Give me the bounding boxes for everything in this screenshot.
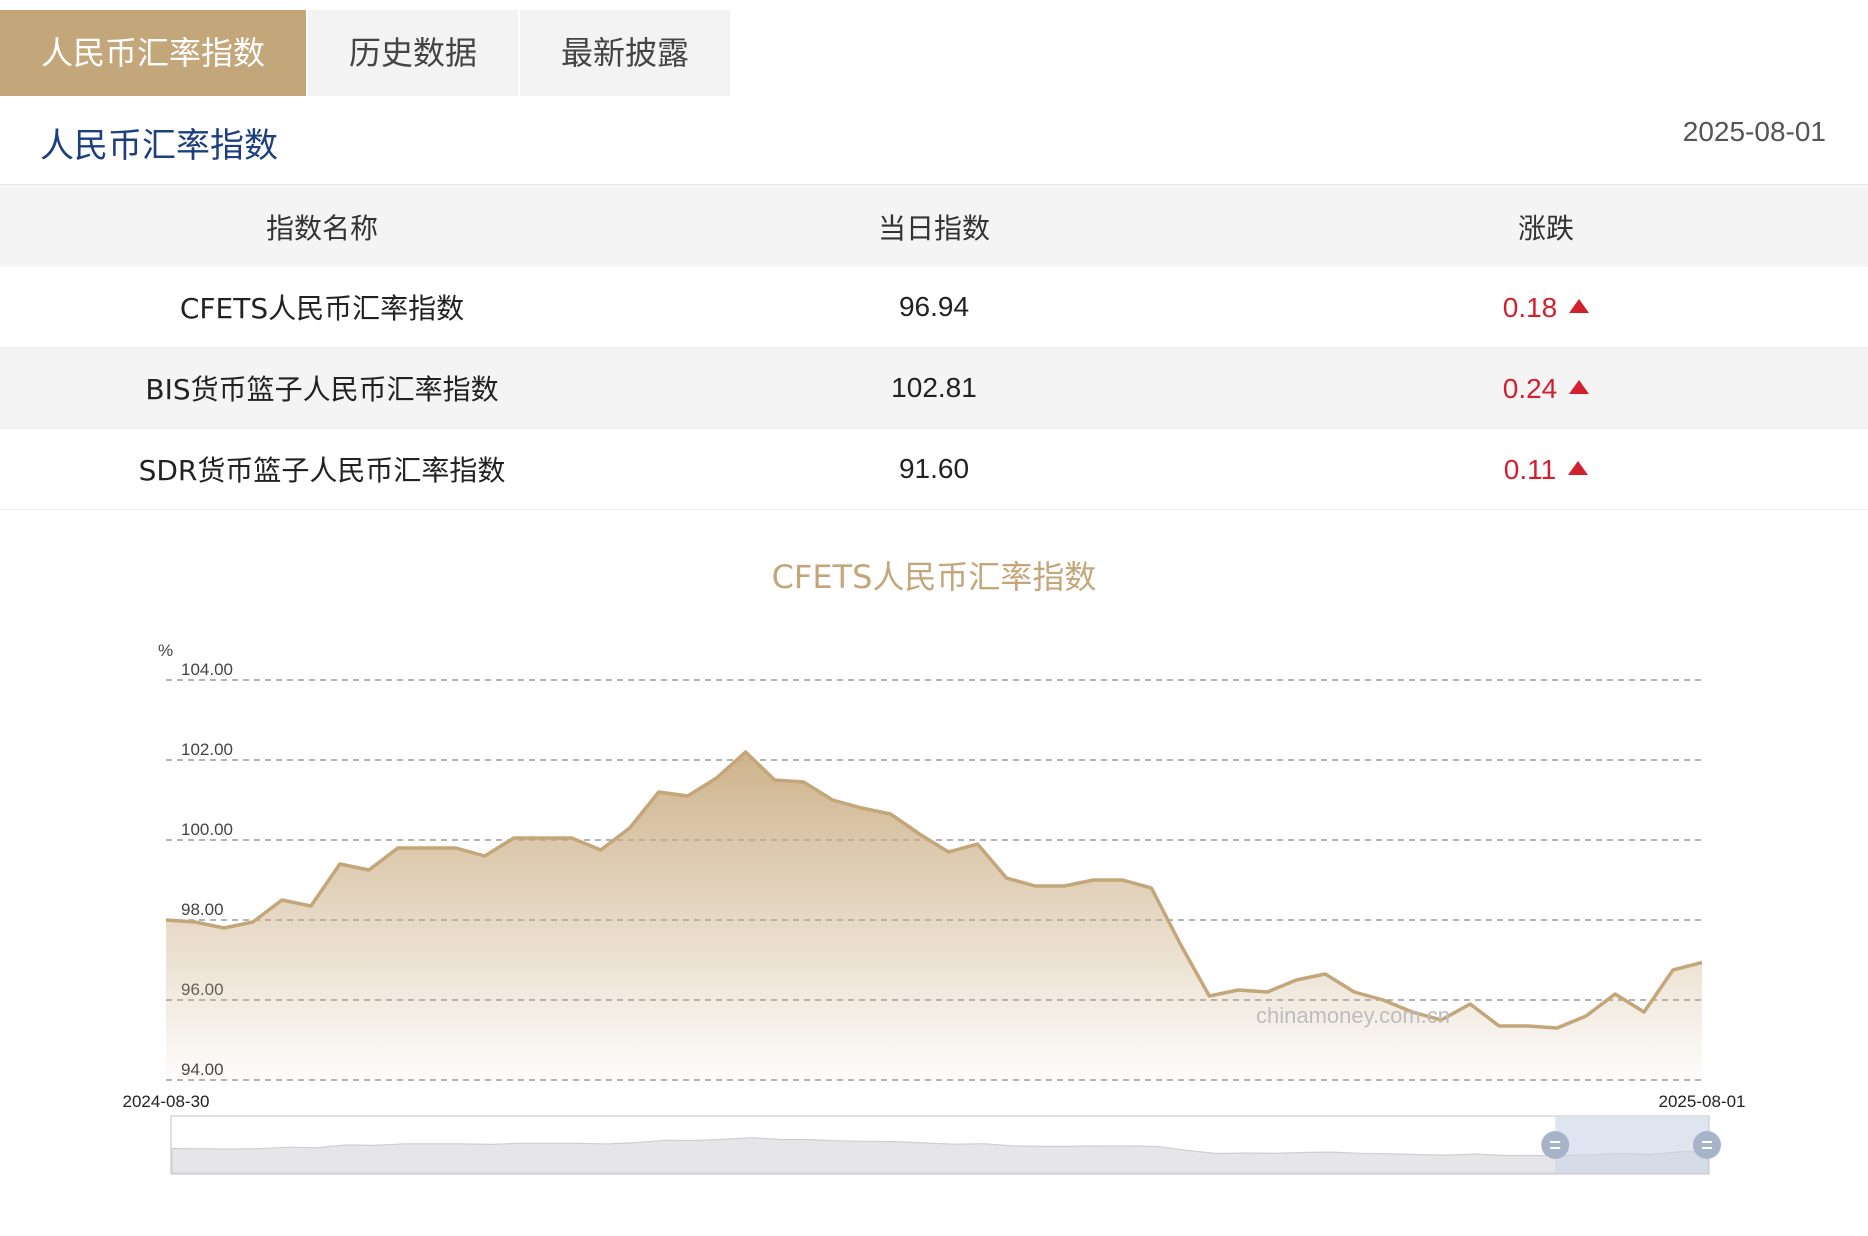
up-arrow-icon (1569, 379, 1590, 394)
table-row: BIS货币篮子人民币汇率指数 102.81 0.24 (0, 348, 1868, 429)
y-tick-label: 100.00 (181, 820, 233, 839)
y-tick-label: 104.00 (181, 660, 233, 679)
tab-rmb-index[interactable]: 人民币汇率指数 (0, 10, 306, 96)
tab-bar: 人民币汇率指数 历史数据 最新披露 (0, 10, 732, 96)
section-title: 人民币汇率指数 (40, 126, 278, 166)
change-value: 0.18 (1502, 291, 1558, 323)
watermark-text: chinamoney.com.cn (1256, 1003, 1450, 1028)
index-name: BIS货币篮子人民币汇率指数 (145, 373, 499, 406)
table-row: CFETS人民币汇率指数 96.94 0.18 (0, 267, 1868, 348)
index-value: 102.81 (891, 372, 977, 403)
table-row: SDR货币篮子人民币汇率指数 91.60 0.11 (0, 429, 1868, 510)
divider (0, 184, 1868, 186)
series-area (166, 752, 1702, 1080)
up-arrow-icon (1569, 298, 1590, 313)
header-change: 涨跌 (1517, 212, 1574, 245)
chart-title: CFETS人民币汇率指数 (771, 558, 1097, 596)
tab-latest-disclosure[interactable]: 最新披露 (520, 10, 730, 96)
y-tick-label: 102.00 (181, 740, 233, 759)
index-name: CFETS人民币汇率指数 (179, 292, 465, 325)
y-axis-unit-label: % (158, 641, 173, 660)
table-header-row: 指数名称 当日指数 涨跌 (0, 187, 1868, 267)
section-date: 2025-08-01 (1682, 116, 1826, 147)
index-value: 96.94 (898, 291, 970, 322)
index-name: SDR货币篮子人民币汇率指数 (138, 454, 506, 487)
index-change: 0.11 (1224, 453, 1868, 486)
index-change: 0.18 (1224, 291, 1868, 324)
change-value: 0.11 (1503, 453, 1557, 485)
y-tick-label: 98.00 (181, 900, 224, 919)
index-chart: 104.00102.00100.0098.0096.0094.00 % chin… (123, 641, 1746, 1175)
zoom-slider[interactable] (170, 1115, 1721, 1175)
header-value: 当日指数 (877, 212, 990, 245)
x-axis-start-label: 2024-08-30 (123, 1092, 210, 1111)
slider-left-handle-icon[interactable] (1541, 1131, 1570, 1159)
slider-right-handle-icon[interactable] (1693, 1131, 1721, 1159)
index-change: 0.24 (1224, 372, 1868, 405)
index-value: 91.60 (898, 453, 970, 484)
tab-history[interactable]: 历史数据 (308, 10, 518, 96)
change-value: 0.24 (1502, 372, 1558, 404)
slider-selected-window[interactable] (1555, 1117, 1709, 1173)
index-table: 指数名称 当日指数 涨跌 CFETS人民币汇率指数 96.94 0.18 BIS… (0, 187, 1868, 510)
x-axis-end-label: 2025-08-01 (1659, 1092, 1746, 1111)
header-name: 指数名称 (265, 212, 378, 245)
up-arrow-icon (1568, 460, 1589, 475)
